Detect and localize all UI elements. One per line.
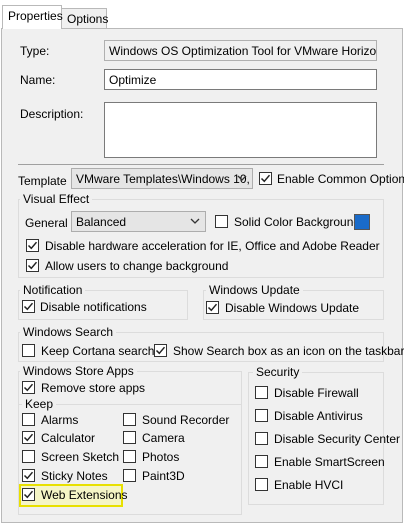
security-title: Security [253,365,303,379]
description-label: Description: [20,107,84,121]
template-label: Template [18,174,67,188]
allow-bg-checkbox[interactable] [26,259,39,272]
color-swatch[interactable] [354,214,370,230]
checkmark-icon [23,302,34,311]
enable-smartscreen-label: Enable SmartScreen [274,455,385,469]
alarms-checkbox[interactable] [22,413,35,426]
common-options-label: Enable Common Options [277,172,404,186]
disable-windows-update-checkbox[interactable] [206,301,219,314]
disable-notifications-checkbox[interactable] [22,300,35,313]
name-field[interactable]: Optimize [104,69,377,90]
sticky-notes-label: Sticky Notes [41,469,108,483]
chevron-down-icon [190,218,200,224]
alarms-label: Alarms [41,413,79,427]
checkmark-icon [23,383,34,392]
template-value: VMware Templates\Windows 10, [76,172,250,186]
disable-security-center-checkbox[interactable] [255,432,268,445]
disable-firewall-checkbox[interactable] [255,386,268,399]
tab-options-label: Options [67,12,109,26]
disable-firewall-label: Disable Firewall [274,386,359,400]
enable-hvci-checkbox[interactable] [255,478,268,491]
sound-recorder-checkbox[interactable] [123,413,136,426]
windows-update-title: Windows Update [206,283,303,297]
chevron-down-icon [237,175,247,181]
store-apps-title: Windows Store Apps [20,364,137,378]
keep-title: Keep [22,397,57,411]
disable-antivirus-label: Disable Antivirus [274,409,363,423]
camera-checkbox[interactable] [123,431,136,444]
notification-title: Notification [20,283,86,297]
paint3d-label: Paint3D [142,469,185,483]
checkmark-icon [27,261,38,270]
hw-accel-checkbox[interactable] [26,239,39,252]
enable-hvci-label: Enable HVCI [274,478,344,492]
sound-recorder-label: Sound Recorder [142,413,230,427]
description-field[interactable] [104,102,377,158]
cortana-label: Keep Cortana search [41,344,155,358]
common-options-checkbox[interactable] [259,172,272,185]
cortana-checkbox[interactable] [22,344,35,357]
hw-accel-label: Disable hardware acceleration for IE, Of… [45,239,380,253]
solid-color-checkbox[interactable] [215,215,228,228]
disable-windows-update-label: Disable Windows Update [225,301,360,315]
general-dropdown[interactable]: Balanced [71,211,206,232]
searchbox-checkbox[interactable] [154,344,167,357]
checkmark-icon [155,346,166,355]
screen-sketch-checkbox[interactable] [22,450,35,463]
remove-store-apps-checkbox[interactable] [22,381,35,394]
screen-sketch-label: Screen Sketch [41,450,120,464]
general-label: General [25,216,68,230]
sticky-notes-checkbox[interactable] [22,469,35,482]
tab-properties-label: Properties [8,9,63,23]
photos-checkbox[interactable] [123,450,136,463]
template-dropdown[interactable]: VMware Templates\Windows 10, [71,168,253,189]
checkmark-icon [23,471,34,480]
checkmark-icon [27,241,38,250]
calculator-checkbox[interactable] [22,431,35,444]
checkmark-icon [23,433,34,442]
camera-label: Camera [142,431,185,445]
checkmark-icon [260,174,271,183]
checkmark-icon [207,303,218,312]
general-value: Balanced [76,215,127,229]
calculator-label: Calculator [41,431,96,445]
disable-antivirus-checkbox[interactable] [255,409,268,422]
paint3d-checkbox[interactable] [123,469,136,482]
type-field: Windows OS Optimization Tool for VMware … [104,40,377,61]
visual-effect-title: Visual Effect [20,192,93,206]
allow-bg-label: Allow users to change background [45,259,229,273]
disable-notifications-label: Disable notifications [40,300,147,314]
separator [18,164,384,165]
solid-color-label: Solid Color Background [234,215,361,229]
remove-store-apps-label: Remove store apps [41,381,146,395]
name-label: Name: [20,73,56,87]
web-extensions-checkbox[interactable] [22,488,35,501]
checkmark-icon [23,490,34,499]
type-label: Type: [20,44,50,58]
web-extensions-label: Web Extensions [41,488,128,502]
tab-properties[interactable]: Properties [2,5,63,29]
disable-security-center-label: Disable Security Center [274,432,401,446]
tab-options[interactable]: Options [61,8,109,29]
windows-search-title: Windows Search [20,325,117,339]
enable-smartscreen-checkbox[interactable] [255,455,268,468]
searchbox-label: Show Search box as an icon on the taskba… [173,344,404,358]
photos-label: Photos [142,450,180,464]
